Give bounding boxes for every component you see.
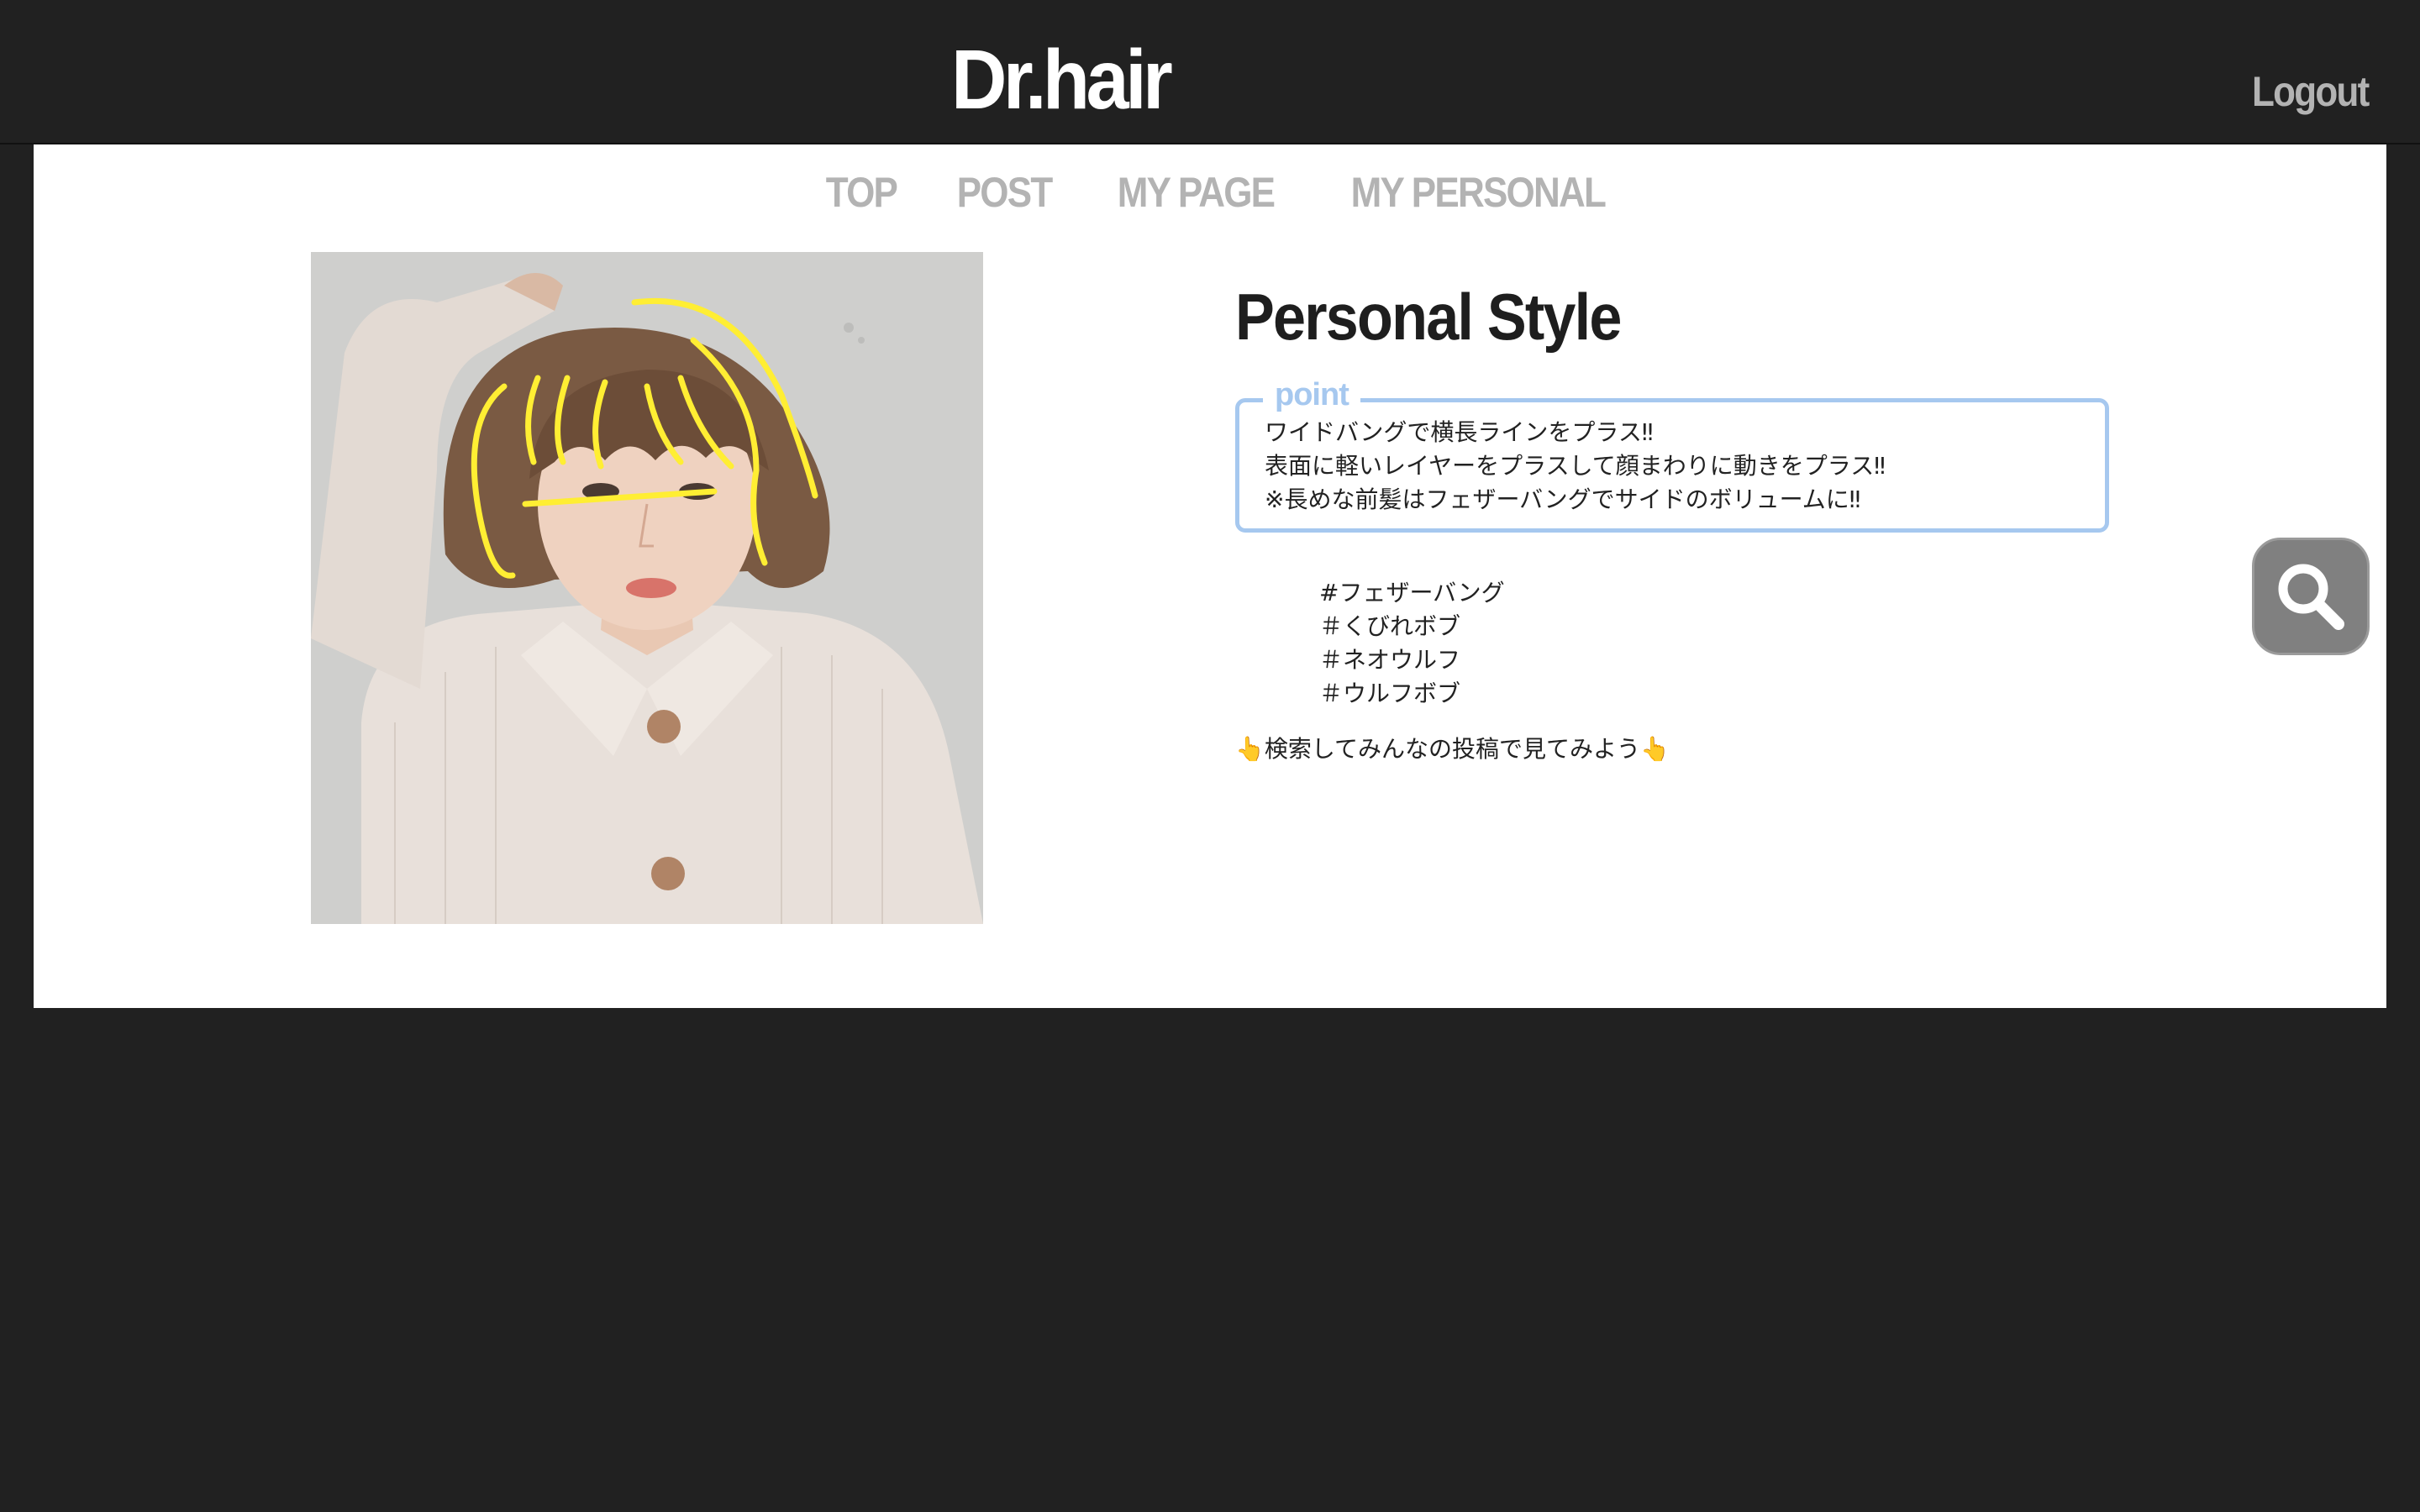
main-nav: TOP POST MY PAGE MY PERSONAL: [34, 168, 2386, 227]
search-button[interactable]: [2252, 538, 2370, 655]
nav-item-top[interactable]: TOP: [826, 168, 898, 227]
point-line: 表面に軽いレイヤーをプラスして顔まわりに動きをプラス‼︎: [1265, 452, 1886, 480]
tag-item[interactable]: ＃ネオウルフ: [1319, 643, 1505, 677]
tag-list: #フェザーバング ＃くびれボブ ＃ネオウルフ ＃ウルフボブ: [1319, 576, 1505, 711]
nav-item-my-personal[interactable]: MY PERSONAL: [1351, 168, 1607, 227]
logout-link[interactable]: Logout: [2252, 67, 2370, 116]
point-line: ワイドバングで横長ラインをプラス‼︎: [1265, 418, 1654, 446]
site-header: Dr.hair Logout: [0, 0, 2420, 144]
tag-item[interactable]: #フェザーバング: [1319, 576, 1505, 610]
point-line: ※長めな前髪はフェザーバングでサイドのボリュームに‼︎: [1265, 486, 1861, 513]
hairstyle-illustration: [311, 252, 983, 924]
nav-item-my-page[interactable]: MY PAGE: [1118, 168, 1276, 227]
point-label: point: [1263, 377, 1360, 413]
search-icon: [2278, 564, 2344, 630]
point-box: point ワイドバングで横長ラインをプラス‼︎ 表面に軽いレイヤーをプラスして…: [1235, 377, 2109, 533]
tag-item[interactable]: ＃くびれボブ: [1319, 610, 1505, 643]
tag-item[interactable]: ＃ウルフボブ: [1319, 677, 1505, 711]
search-cta-text: 👆検索してみんなの投稿で見てみよう👆: [1235, 735, 1670, 763]
page-title: Personal Style: [1235, 280, 1622, 354]
point-lines: ワイドバングで横長ラインをプラス‼︎ 表面に軽いレイヤーをプラスして顔まわりに動…: [1265, 416, 1886, 517]
main-panel: TOP POST MY PAGE MY PERSONAL Personal St…: [34, 144, 2386, 1008]
site-logo[interactable]: Dr.hair: [951, 32, 1173, 129]
nav-item-post[interactable]: POST: [957, 168, 1054, 227]
hairstyle-photo: [311, 252, 983, 924]
